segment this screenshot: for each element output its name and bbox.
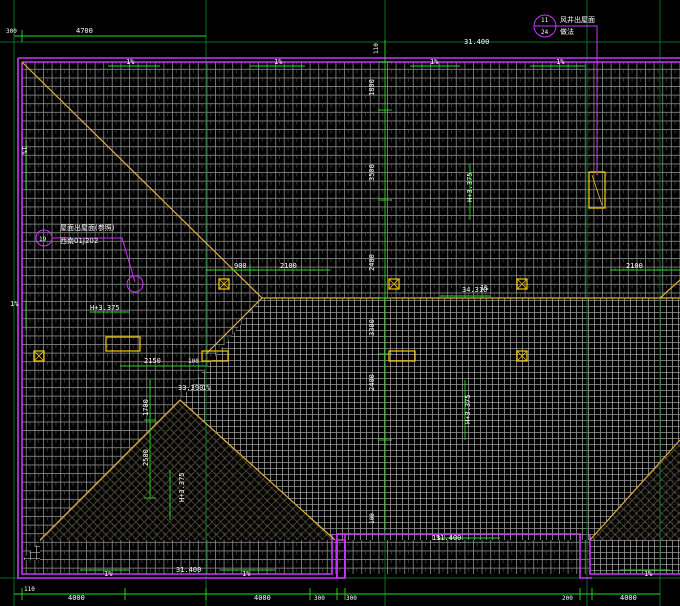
dim-vert-2400: 2400 xyxy=(368,254,376,271)
dim-left-2500: 2500 xyxy=(142,449,150,466)
slope-bottom-3: 1% xyxy=(644,570,653,578)
dim-vert-100: 100 xyxy=(369,513,376,524)
callout-top-line2: 做法 xyxy=(560,27,574,36)
elev-1: 31.400 xyxy=(464,38,489,46)
callout-num-top-2: 24 xyxy=(541,29,549,36)
dim-bottom-300b: 300 xyxy=(346,595,357,602)
elev-8: H+3.375 xyxy=(464,394,472,424)
dim-vert-3300: 3300 xyxy=(368,319,376,336)
slope-bottom-2: 1% xyxy=(242,570,251,578)
callout-num-top-1: 11 xyxy=(541,17,549,24)
dim-mid-2100b: 2100 xyxy=(626,262,643,270)
dim-mid-900: 900 xyxy=(234,262,247,270)
dim-mid-100: 100 xyxy=(188,358,199,365)
dim-mid-2150: 2150 xyxy=(144,357,161,365)
callout-left-line2: 西南01J202 xyxy=(60,236,98,245)
dim-top-300: 300 xyxy=(6,28,17,35)
slope-left-2: 1% xyxy=(10,300,19,308)
elev-3: 33.390 xyxy=(178,384,203,392)
dim-bottom-4000a: 4000 xyxy=(68,594,85,602)
dim-mid-2100: 2100 xyxy=(280,262,297,270)
slope-top-4: 1% xyxy=(556,58,565,66)
dim-left-1700: 1700 xyxy=(142,399,150,416)
elev-6: H+3.375 xyxy=(90,304,120,312)
slope-top-3: 1% xyxy=(430,58,439,66)
elev-5: 31.400 xyxy=(436,534,461,542)
dim-vert-1800: 1800 xyxy=(368,79,376,96)
dim-bottom-200: 200 xyxy=(562,595,573,602)
dim-vert-2400b: 2400 xyxy=(368,374,376,391)
callout-top-line1: 风井出屋面 xyxy=(560,15,595,24)
dim-bottom-300a: 300 xyxy=(314,595,325,602)
dim-vert-3500: 3500 xyxy=(368,164,376,181)
dim-bottom-4000c: 4000 xyxy=(620,594,637,602)
roof-plan-drawing: 4700 300 110 1800 3500 2400 3300 2400 10… xyxy=(0,0,680,606)
elev-9: H+3.375 xyxy=(178,472,186,502)
slope-bottom-1: 1% xyxy=(104,570,113,578)
elev-2: 34.310 xyxy=(462,286,487,294)
callout-num-left: 19 xyxy=(39,236,47,243)
dim-bottom-4000b: 4000 xyxy=(254,594,271,602)
elev-4: 31.400 xyxy=(176,566,201,574)
slope-left-1: 1% xyxy=(20,146,28,155)
elev-7: H+3.375 xyxy=(466,172,474,202)
dim-top-4700: 4700 xyxy=(76,27,93,35)
slope-top-2: 1% xyxy=(274,58,283,66)
slope-mid-1: 1% xyxy=(202,384,211,392)
slope-top-1: 1% xyxy=(126,58,135,66)
callout-left-line1: 屋面出屋面(参照) xyxy=(60,223,115,232)
dim-bottom-110: 110 xyxy=(24,586,35,593)
dim-top-110: 110 xyxy=(373,43,380,54)
